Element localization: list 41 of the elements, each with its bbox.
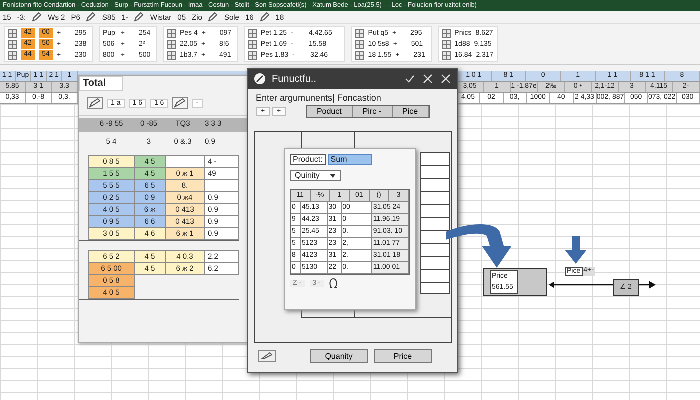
dialog-title: Funuctfu.. bbox=[272, 74, 318, 84]
omega-icon[interactable] bbox=[328, 278, 338, 289]
input-field[interactable]: Sum bbox=[328, 154, 372, 165]
grid-icon[interactable] bbox=[442, 28, 451, 38]
dialog-button[interactable]: Quanity bbox=[310, 349, 368, 363]
caret-icon bbox=[330, 174, 336, 178]
check-icon[interactable] bbox=[405, 74, 415, 84]
dropdown[interactable]: Quinity bbox=[290, 170, 341, 181]
pen-icon[interactable] bbox=[208, 12, 218, 22]
pen-icon[interactable] bbox=[258, 350, 276, 362]
panel-title: Total bbox=[79, 76, 123, 91]
pen-icon[interactable] bbox=[86, 12, 96, 22]
grid-icon[interactable] bbox=[248, 40, 257, 48]
grid-icon[interactable] bbox=[8, 40, 17, 48]
grid-icon[interactable] bbox=[248, 28, 257, 38]
pen-icon[interactable] bbox=[134, 12, 144, 22]
grid-icon[interactable] bbox=[442, 40, 451, 48]
close-icon[interactable] bbox=[441, 74, 451, 84]
grid-icon[interactable] bbox=[442, 50, 451, 60]
pen-icon[interactable] bbox=[260, 12, 270, 22]
grid-icon[interactable] bbox=[167, 28, 176, 38]
grid-icon[interactable] bbox=[355, 40, 364, 48]
argument-tab[interactable]: Poduct bbox=[306, 106, 353, 117]
grid-icon[interactable] bbox=[167, 40, 176, 48]
dialog-button[interactable]: Price bbox=[374, 349, 432, 363]
app-logo-icon bbox=[254, 73, 266, 85]
down-arrow bbox=[565, 236, 587, 264]
pen-icon[interactable] bbox=[172, 97, 188, 109]
grid-icon[interactable] bbox=[355, 28, 364, 38]
grid-icon[interactable] bbox=[248, 50, 257, 60]
grid-icon[interactable] bbox=[167, 50, 176, 60]
argument-tab[interactable]: Pice bbox=[392, 106, 430, 117]
pen-icon[interactable] bbox=[87, 97, 103, 109]
curved-arrow bbox=[446, 224, 512, 268]
grid-icon[interactable] bbox=[8, 50, 17, 60]
argument-tab[interactable]: Pirc - bbox=[352, 106, 393, 117]
dialog-prompt: Enter argumunents| Foncastion bbox=[255, 92, 382, 105]
grid-icon[interactable] bbox=[355, 50, 364, 60]
field-label: Product: bbox=[290, 154, 326, 165]
pen-icon[interactable] bbox=[32, 12, 42, 22]
grid-icon[interactable] bbox=[8, 28, 17, 38]
